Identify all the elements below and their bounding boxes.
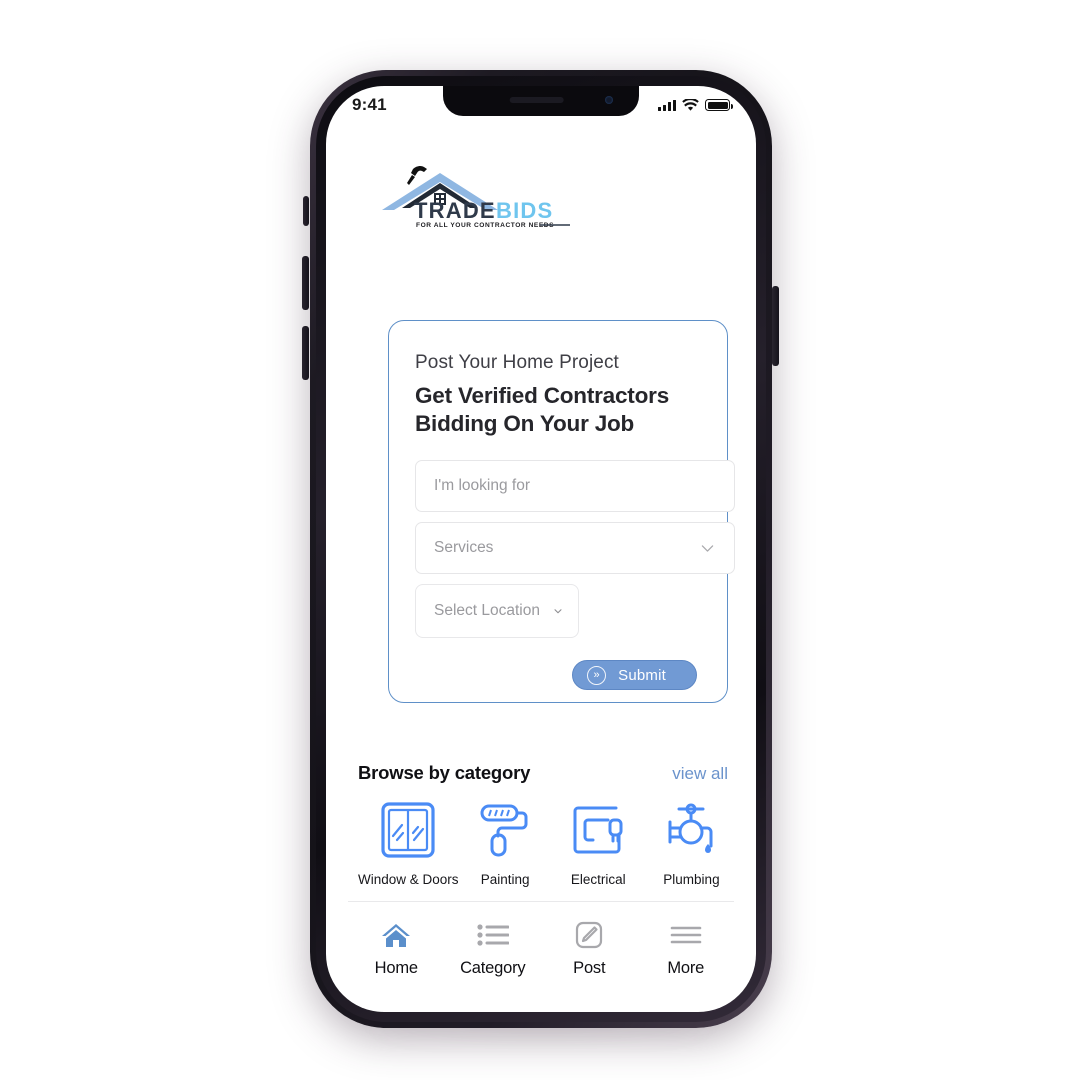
silent-switch[interactable] [303, 196, 309, 226]
category-item-painting[interactable]: Painting [459, 798, 552, 887]
card-title: Get Verified Contractors Bidding On Your… [415, 382, 701, 439]
phone-notch [443, 86, 639, 116]
services-select[interactable]: Services [415, 522, 735, 575]
phone-device-frame: 9:41 TRADE BIDS FOR ALL YOUR CONTRACTOR … [310, 70, 772, 1028]
post-project-card: Post Your Home Project Get Verified Cont… [388, 320, 735, 703]
status-indicators [658, 98, 733, 112]
submit-row: » Submit [415, 660, 701, 691]
tab-more[interactable]: More [638, 920, 735, 978]
electrical-plug-icon [573, 806, 623, 854]
tab-label: Post [573, 959, 606, 977]
hamburger-menu-icon [669, 920, 703, 950]
cellular-signal-icon [658, 99, 676, 111]
looking-for-input[interactable]: I'm looking for [415, 460, 735, 513]
pencil-square-icon [572, 920, 606, 950]
chevron-down-icon [554, 609, 562, 614]
battery-icon [705, 99, 733, 111]
phone-screen: 9:41 TRADE BIDS FOR ALL YOUR CONTRACTOR … [326, 86, 756, 1012]
trade-bids-roof-hammer-logo: TRADE BIDS FOR ALL YOUR CONTRACTOR NEEDS [382, 165, 570, 229]
svg-text:FOR ALL YOUR CONTRACTOR NEEDS: FOR ALL YOUR CONTRACTOR NEEDS [416, 222, 554, 229]
card-title-line-1: Get Verified Contractors [415, 382, 670, 408]
tab-label: More [667, 959, 705, 977]
app-logo: TRADE BIDS FOR ALL YOUR CONTRACTOR NEEDS [374, 156, 580, 230]
category-item-electrical[interactable]: Electrical [552, 798, 645, 887]
chevron-double-right-icon: » [587, 665, 607, 685]
power-button[interactable] [772, 286, 779, 366]
list-icon [476, 920, 510, 950]
looking-for-placeholder: I'm looking for [434, 477, 530, 495]
home-screen-content: TRADE BIDS FOR ALL YOUR CONTRACTOR NEEDS… [326, 120, 756, 1012]
volume-up-button[interactable] [302, 256, 309, 310]
card-eyebrow: Post Your Home Project [415, 352, 619, 373]
category-label: Plumbing [663, 872, 720, 887]
category-item-plumbing[interactable]: Plumbing [645, 798, 738, 887]
tab-label: Home [374, 959, 418, 977]
home-icon [379, 920, 413, 950]
category-item-window-doors[interactable]: Window & Doors [358, 798, 459, 887]
svg-text:TRADE: TRADE [414, 198, 496, 223]
tab-label: Category [460, 959, 526, 977]
status-time: 9:41 [352, 95, 387, 114]
front-camera-icon [605, 96, 613, 104]
window-icon [381, 802, 435, 858]
chevron-down-icon [701, 545, 714, 552]
paint-roller-icon [480, 804, 528, 857]
view-all-link[interactable]: view all [672, 764, 728, 784]
tab-post[interactable]: Post [541, 920, 638, 978]
screenshot-canvas: 9:41 TRADE BIDS FOR ALL YOUR CONTRACTOR … [0, 0, 1080, 1080]
app-viewport: TRADE BIDS FOR ALL YOUR CONTRACTOR NEEDS… [326, 86, 756, 1012]
category-label: Electrical [570, 872, 626, 887]
wifi-icon [682, 98, 699, 111]
tab-home[interactable]: Home [348, 920, 445, 978]
location-placeholder: Select Location [434, 602, 540, 620]
faucet-icon [668, 803, 713, 853]
category-section-title: Browse by category [358, 762, 531, 783]
project-form: I'm looking for Services Select Location [415, 460, 735, 691]
services-placeholder: Services [434, 539, 494, 557]
browse-by-category-section: Browse by category view all Window & Doo… [358, 762, 738, 887]
category-label: Window & Doors [358, 872, 459, 887]
submit-button-label: Submit [618, 666, 666, 684]
category-header: Browse by category view all [358, 762, 738, 784]
bottom-tab-bar: Home Category Post More [348, 901, 734, 978]
svg-text:BIDS: BIDS [496, 198, 553, 223]
category-label: Painting [480, 872, 530, 887]
category-grid: Window & Doors Painting Electrical Plumb… [358, 798, 738, 887]
submit-button[interactable]: » Submit [572, 660, 697, 691]
volume-down-button[interactable] [302, 326, 309, 380]
earpiece-speaker-icon [509, 97, 564, 103]
location-select[interactable]: Select Location [415, 584, 579, 639]
card-title-line-2: Bidding On Your Job [415, 411, 635, 437]
tab-category[interactable]: Category [445, 920, 542, 978]
